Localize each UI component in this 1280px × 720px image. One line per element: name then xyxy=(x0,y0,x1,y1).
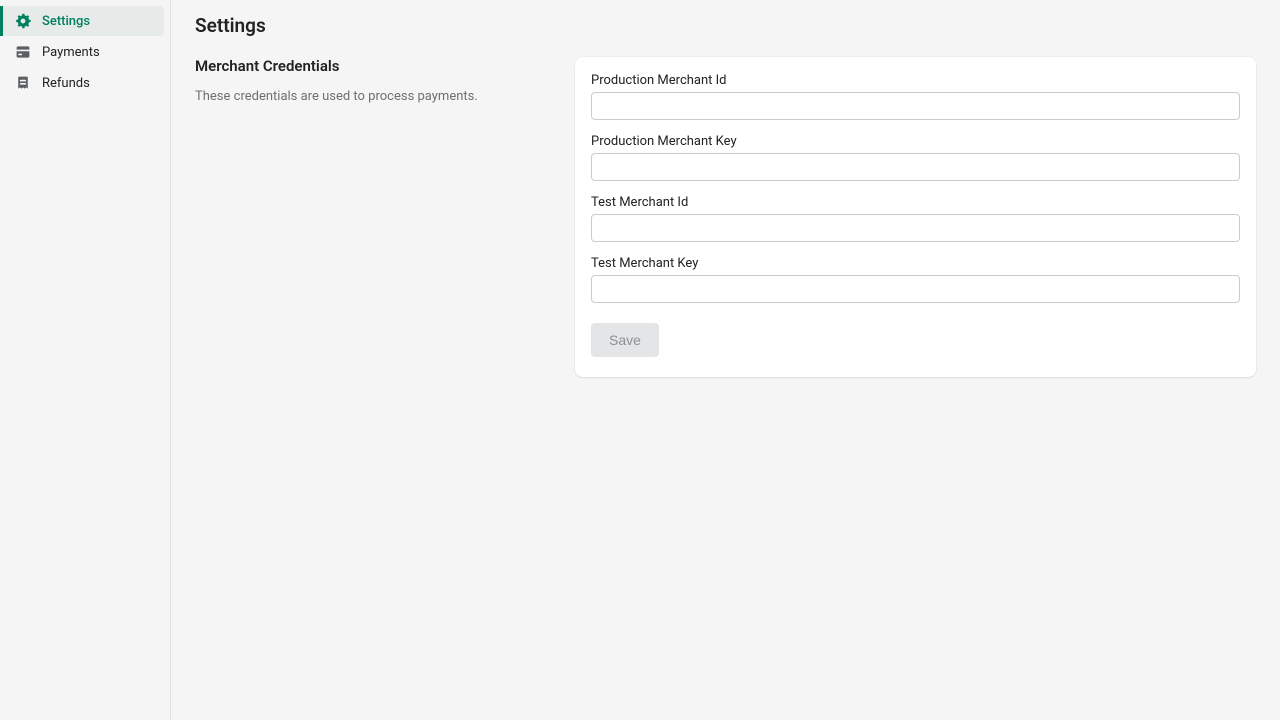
page-title: Settings xyxy=(195,14,1256,37)
form-group-test-id: Test Merchant Id xyxy=(591,195,1240,242)
form-label: Production Merchant Key xyxy=(591,134,1240,149)
form-group-prod-key: Production Merchant Key xyxy=(591,134,1240,181)
sidebar-item-payments[interactable]: Payments xyxy=(0,37,164,67)
form-group-test-key: Test Merchant Key xyxy=(591,256,1240,303)
credentials-card: Production Merchant Id Production Mercha… xyxy=(575,57,1256,377)
form-label: Test Merchant Key xyxy=(591,256,1240,271)
section-info: Merchant Credentials These credentials a… xyxy=(195,57,555,377)
credit-card-icon xyxy=(14,43,32,61)
test-merchant-key-input[interactable] xyxy=(591,275,1240,303)
main-content: Settings Merchant Credentials These cred… xyxy=(171,0,1280,720)
sidebar-item-label: Refunds xyxy=(42,76,90,91)
content-row: Merchant Credentials These credentials a… xyxy=(195,57,1256,377)
sidebar-item-label: Settings xyxy=(42,14,90,29)
production-merchant-key-input[interactable] xyxy=(591,153,1240,181)
sidebar-item-label: Payments xyxy=(42,45,100,60)
sidebar: Settings Payments Refunds xyxy=(0,0,171,720)
section-description: These credentials are used to process pa… xyxy=(195,87,555,107)
production-merchant-id-input[interactable] xyxy=(591,92,1240,120)
save-button[interactable]: Save xyxy=(591,323,659,357)
gear-icon xyxy=(14,12,32,30)
test-merchant-id-input[interactable] xyxy=(591,214,1240,242)
form-label: Production Merchant Id xyxy=(591,73,1240,88)
section-title: Merchant Credentials xyxy=(195,57,555,75)
form-group-prod-id: Production Merchant Id xyxy=(591,73,1240,120)
sidebar-item-settings[interactable]: Settings xyxy=(0,6,164,36)
receipt-icon xyxy=(14,74,32,92)
form-label: Test Merchant Id xyxy=(591,195,1240,210)
sidebar-item-refunds[interactable]: Refunds xyxy=(0,68,164,98)
